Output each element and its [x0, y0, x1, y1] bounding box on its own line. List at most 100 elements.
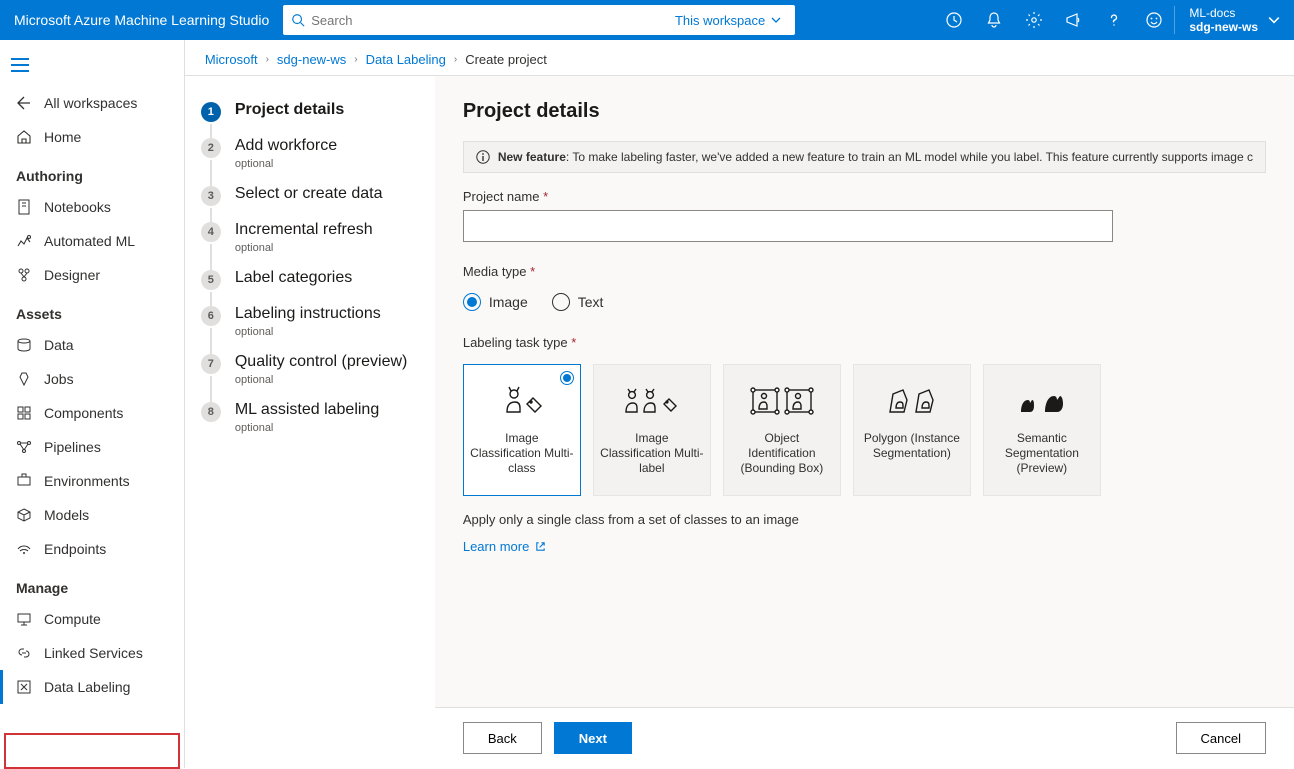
nav-compute[interactable]: Compute	[0, 602, 184, 636]
content-panel: Project details New feature: To make lab…	[435, 76, 1294, 768]
breadcrumb-item[interactable]: Data Labeling	[366, 52, 446, 67]
project-name-label: Project name *	[463, 189, 1266, 204]
nav-pipelines[interactable]: Pipelines	[0, 430, 184, 464]
search-input[interactable]	[311, 13, 675, 28]
search-scope[interactable]: This workspace	[675, 13, 787, 28]
jobs-icon	[16, 371, 32, 387]
account-name: ML-docs	[1189, 6, 1258, 20]
smiley-icon[interactable]	[1134, 0, 1174, 40]
step-label: ML assisted labeling	[235, 400, 379, 420]
step-label: Quality control (preview)	[235, 352, 408, 372]
nav-label: Endpoints	[44, 541, 106, 557]
search-box[interactable]: This workspace	[283, 5, 795, 35]
nav-notebooks[interactable]: Notebooks	[0, 190, 184, 224]
nav-label: Models	[44, 507, 89, 523]
wizard-step-7[interactable]: 7Quality control (preview)optional	[201, 352, 418, 386]
step-number: 5	[201, 270, 221, 290]
nav-label: Components	[44, 405, 123, 421]
nav-jobs[interactable]: Jobs	[0, 362, 184, 396]
next-button[interactable]: Next	[554, 722, 632, 754]
step-optional: optional	[235, 422, 379, 434]
breadcrumb-item-current: Create project	[465, 52, 547, 67]
nav-environments[interactable]: Environments	[0, 464, 184, 498]
info-icon	[476, 150, 490, 164]
nav-home[interactable]: Home	[0, 120, 184, 154]
wizard-footer: Back Next Cancel	[435, 707, 1294, 768]
help-icon[interactable]	[1094, 0, 1134, 40]
step-label: Project details	[235, 100, 344, 120]
nav-data[interactable]: Data	[0, 328, 184, 362]
step-optional: optional	[235, 374, 408, 386]
card-polygon-segmentation[interactable]: Polygon (Instance Segmentation)	[853, 364, 971, 496]
step-label: Select or create data	[235, 184, 383, 204]
breadcrumb-item[interactable]: Microsoft	[205, 52, 258, 67]
task-type-label: Labeling task type *	[463, 335, 1266, 350]
card-image-classification-multiclass[interactable]: Image Classification Multi-class	[463, 364, 581, 496]
radio-selected-icon	[560, 371, 574, 385]
cancel-button[interactable]: Cancel	[1176, 722, 1266, 754]
step-optional: optional	[235, 158, 337, 170]
card-image-classification-multilabel[interactable]: Image Classification Multi-label	[593, 364, 711, 496]
nav-label: All workspaces	[44, 95, 137, 111]
card-object-identification[interactable]: Object Identification (Bounding Box)	[723, 364, 841, 496]
account-ws: sdg-new-ws	[1189, 20, 1258, 34]
card-label: Image Classification Multi-label	[600, 431, 704, 476]
models-icon	[16, 507, 32, 523]
nav-designer[interactable]: Designer	[0, 258, 184, 292]
card-label: Object Identification (Bounding Box)	[730, 431, 834, 476]
card-semantic-segmentation[interactable]: Semantic Segmentation (Preview)	[983, 364, 1101, 496]
breadcrumb-item[interactable]: sdg-new-ws	[277, 52, 346, 67]
chevron-right-icon: ›	[354, 54, 357, 65]
chevron-right-icon: ›	[266, 54, 269, 65]
step-label: Labeling instructions	[235, 304, 381, 324]
info-banner: New feature: To make labeling faster, we…	[463, 141, 1266, 173]
environments-icon	[16, 473, 32, 489]
nav-label: Automated ML	[44, 233, 135, 249]
brand-text: Microsoft Azure Machine Learning Studio	[14, 12, 269, 28]
card-label: Semantic Segmentation (Preview)	[990, 431, 1094, 476]
wizard-step-3[interactable]: 3 Select or create data	[201, 184, 418, 206]
wizard-step-5[interactable]: 5Label categories	[201, 268, 418, 290]
clock-icon[interactable]	[934, 0, 974, 40]
breadcrumb: Microsoft › sdg-new-ws › Data Labeling ›…	[185, 40, 1294, 75]
radio-image[interactable]: Image	[463, 293, 528, 311]
back-button[interactable]: Back	[463, 722, 542, 754]
nav-linked-services[interactable]: Linked Services	[0, 636, 184, 670]
step-number: 8	[201, 402, 221, 422]
project-name-input[interactable]	[463, 210, 1113, 242]
nav-components[interactable]: Components	[0, 396, 184, 430]
wizard-step-2[interactable]: 2Add workforceoptional	[201, 136, 418, 170]
account-switcher[interactable]: ML-docs sdg-new-ws	[1174, 6, 1294, 34]
wizard-step-8[interactable]: 8 ML assisted labeling optional	[201, 400, 418, 434]
nav-label: Home	[44, 129, 81, 145]
nav-label: Notebooks	[44, 199, 111, 215]
learn-more-link[interactable]: Learn more	[463, 539, 1266, 554]
shell: All workspaces Home Authoring Notebooks …	[0, 40, 1294, 768]
wizard-step-4[interactable]: 4Incremental refreshoptional	[201, 220, 418, 254]
nav-endpoints[interactable]: Endpoints	[0, 532, 184, 566]
main-body: 1Project details 2Add workforceoptional …	[185, 75, 1294, 768]
step-optional: optional	[235, 326, 381, 338]
radio-text[interactable]: Text	[552, 293, 604, 311]
task-type-cards: Image Classification Multi-class Image C…	[463, 364, 1266, 496]
nav-automated-ml[interactable]: Automated ML	[0, 224, 184, 258]
step-number: 3	[201, 186, 221, 206]
gear-icon[interactable]	[1014, 0, 1054, 40]
page-title: Project details	[463, 100, 1266, 123]
banner-text: : To make labeling faster, we've added a…	[566, 150, 1253, 164]
wizard-step-6[interactable]: 6Labeling instructionsoptional	[201, 304, 418, 338]
chevron-right-icon: ›	[454, 54, 457, 65]
nav-all-workspaces[interactable]: All workspaces	[0, 86, 184, 120]
nav-models[interactable]: Models	[0, 498, 184, 532]
nav-data-labeling[interactable]: Data Labeling	[0, 670, 184, 704]
megaphone-icon[interactable]	[1054, 0, 1094, 40]
polygon-icon	[884, 381, 940, 421]
step-label: Add workforce	[235, 136, 337, 156]
top-bar: Microsoft Azure Machine Learning Studio …	[0, 0, 1294, 40]
wizard-step-1[interactable]: 1 Project details	[201, 100, 418, 122]
data-labeling-icon	[16, 679, 32, 695]
nav-label: Designer	[44, 267, 100, 283]
bell-icon[interactable]	[974, 0, 1014, 40]
hamburger-icon[interactable]	[0, 50, 40, 86]
step-number: 1	[201, 102, 221, 122]
